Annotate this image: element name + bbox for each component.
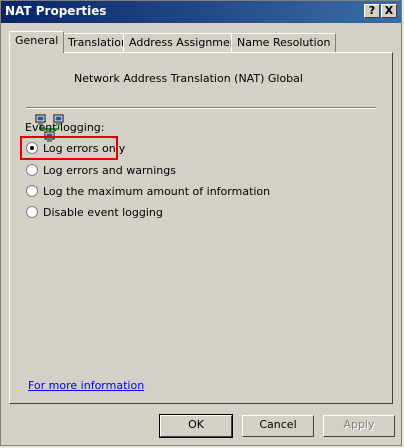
highlight-box [20, 136, 118, 160]
close-button[interactable]: X [381, 4, 397, 18]
help-button[interactable]: ? [364, 4, 380, 18]
general-tab-panel: Network Address Translation (NAT) Global… [9, 52, 393, 404]
window-title: NAT Properties [5, 4, 107, 18]
log-errors-warnings-radio[interactable] [26, 164, 38, 176]
log-maximum-radio[interactable] [26, 185, 38, 197]
log-maximum-label[interactable]: Log the maximum amount of information [43, 185, 270, 198]
nat-description: Network Address Translation (NAT) Global [74, 72, 303, 85]
tab-address-assignment[interactable]: Address Assignment [123, 33, 248, 53]
ok-button[interactable]: OK [159, 414, 233, 438]
tab-name-resolution[interactable]: Name Resolution [231, 33, 337, 53]
log-errors-warnings-label[interactable]: Log errors and warnings [43, 164, 176, 177]
title-bar[interactable]: NAT Properties ? X [1, 1, 401, 23]
event-logging-label: Event logging: [25, 121, 105, 134]
nat-properties-dialog: NAT Properties ? X General Translation A… [0, 0, 402, 446]
apply-button[interactable]: Apply [323, 415, 395, 437]
cancel-button[interactable]: Cancel [242, 415, 314, 437]
tab-general[interactable]: General [9, 31, 65, 53]
more-info-link[interactable]: For more information [28, 379, 144, 392]
disable-logging-label[interactable]: Disable event logging [43, 206, 163, 219]
disable-logging-radio[interactable] [26, 206, 38, 218]
separator [26, 107, 376, 109]
